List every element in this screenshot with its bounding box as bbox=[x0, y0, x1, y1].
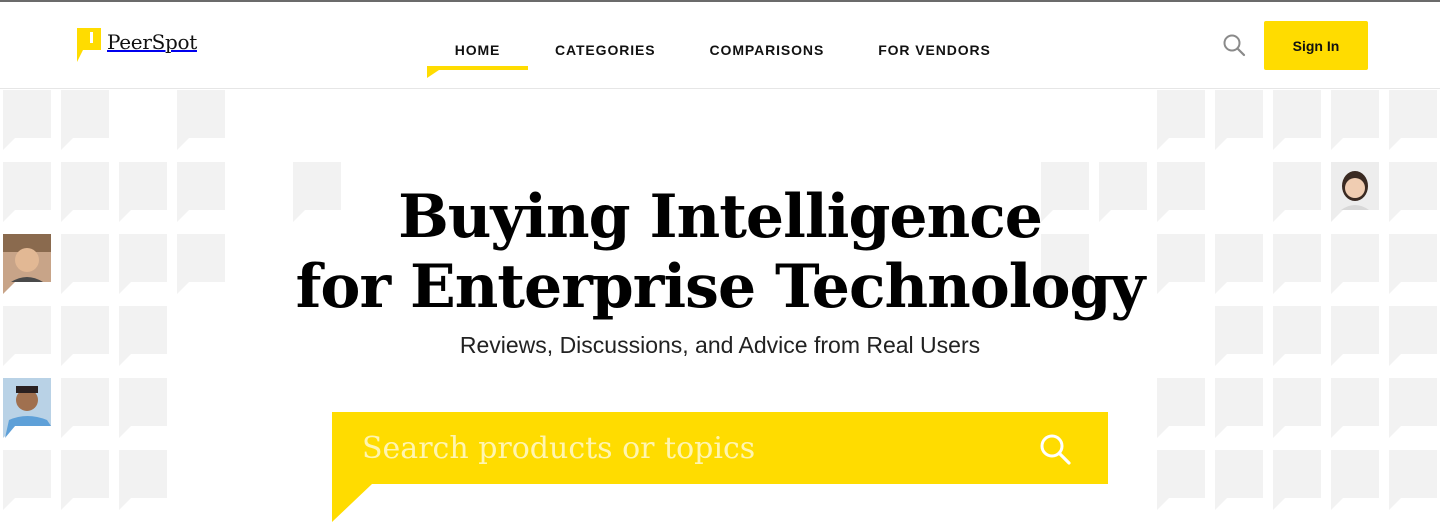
decorative-tile bbox=[61, 90, 109, 150]
decorative-tile bbox=[1273, 378, 1321, 438]
decorative-tile bbox=[1157, 378, 1205, 438]
decorative-tile bbox=[1331, 378, 1379, 438]
decorative-tile bbox=[1331, 450, 1379, 510]
main-nav: HOME CATEGORIES COMPARISONS FOR VENDORS bbox=[427, 42, 991, 82]
headline-line-2: for Enterprise Technology bbox=[295, 252, 1146, 322]
decorative-tile bbox=[61, 450, 109, 510]
decorative-tile bbox=[1273, 90, 1321, 150]
decorative-tile bbox=[119, 378, 167, 438]
hero-section: Buying Intelligence for Enterprise Techn… bbox=[0, 90, 1440, 522]
search-icon[interactable] bbox=[1222, 33, 1246, 57]
sign-in-button[interactable]: Sign In bbox=[1264, 21, 1368, 70]
peerspot-logo[interactable]: PeerSpot bbox=[77, 28, 197, 62]
active-tab-indicator bbox=[427, 66, 528, 78]
decorative-tile bbox=[177, 90, 225, 150]
decorative-tile bbox=[3, 90, 51, 150]
headline-line-1: Buying Intelligence bbox=[398, 182, 1043, 252]
peerspot-logo-icon bbox=[77, 28, 101, 62]
hero-headline: Buying Intelligence for Enterprise Techn… bbox=[0, 182, 1440, 322]
decorative-tile bbox=[61, 378, 109, 438]
nav-comparisons[interactable]: COMPARISONS bbox=[710, 42, 825, 82]
nav-categories[interactable]: CATEGORIES bbox=[555, 42, 656, 82]
user-avatar-man bbox=[3, 378, 51, 438]
site-header: PeerSpot HOME CATEGORIES COMPARISONS FOR… bbox=[0, 2, 1440, 89]
decorative-tile bbox=[1215, 90, 1263, 150]
nav-comparisons-label: COMPARISONS bbox=[709, 42, 825, 58]
nav-for-vendors[interactable]: FOR VENDORS bbox=[878, 42, 991, 82]
search-icon[interactable] bbox=[1038, 432, 1072, 466]
decorative-tile bbox=[1273, 450, 1321, 510]
hero-search-bar bbox=[332, 412, 1108, 522]
nav-home[interactable]: HOME bbox=[427, 42, 528, 82]
decorative-tile bbox=[1389, 90, 1437, 150]
decorative-tile bbox=[1157, 450, 1205, 510]
hero-subheadline: Reviews, Discussions, and Advice from Re… bbox=[459, 332, 981, 358]
decorative-tile bbox=[1157, 90, 1205, 150]
search-input[interactable] bbox=[362, 424, 1022, 472]
nav-home-label: HOME bbox=[454, 42, 501, 58]
decorative-tile bbox=[3, 450, 51, 510]
decorative-tile bbox=[1389, 450, 1437, 510]
logo-text: PeerSpot bbox=[107, 30, 197, 54]
decorative-tile bbox=[119, 450, 167, 510]
decorative-tile bbox=[1389, 378, 1437, 438]
nav-categories-label: CATEGORIES bbox=[555, 42, 656, 58]
decorative-tile bbox=[1331, 90, 1379, 150]
nav-for-vendors-label: FOR VENDORS bbox=[878, 42, 991, 58]
decorative-tile bbox=[1215, 450, 1263, 510]
decorative-tile bbox=[1215, 378, 1263, 438]
